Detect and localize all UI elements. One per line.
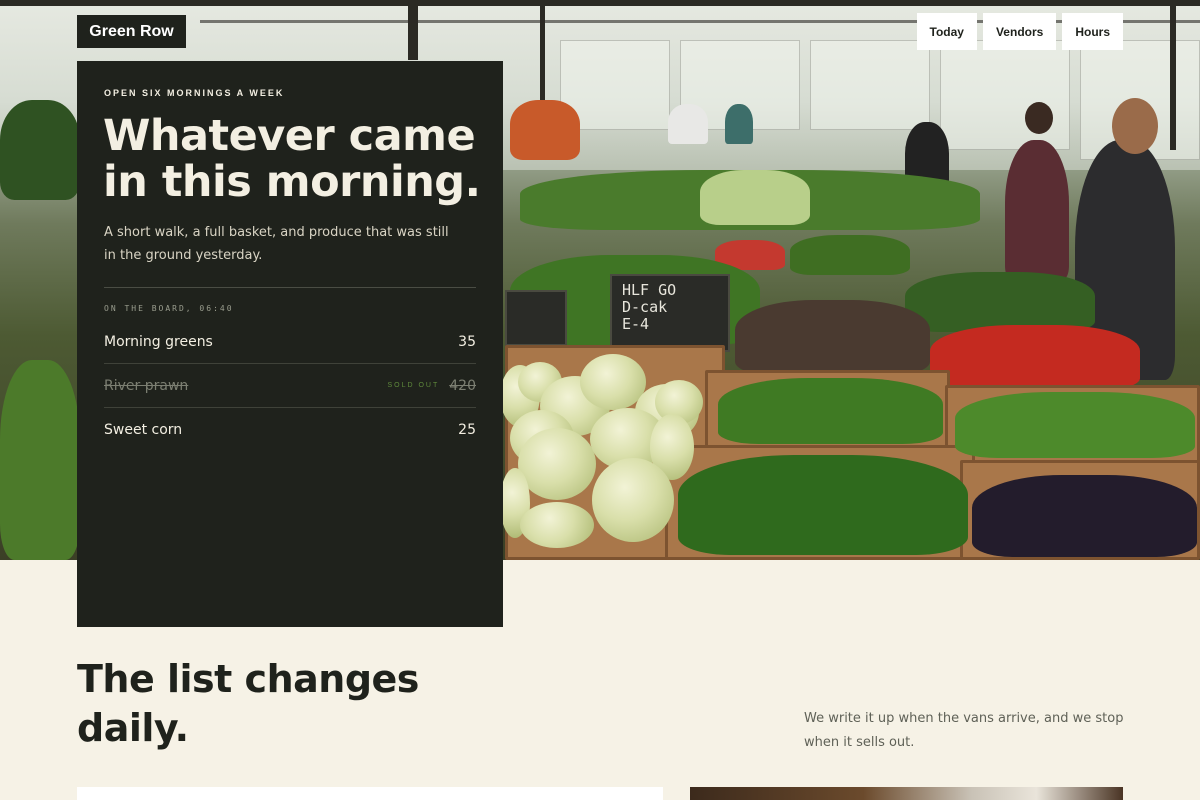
nav-today[interactable]: Today <box>916 13 977 50</box>
board-label: ON THE BOARD, 06:40 <box>104 304 234 313</box>
hero-lede: A short walk, a full basket, and produce… <box>104 225 449 263</box>
market-window <box>810 40 930 130</box>
board-item-price: 25 <box>458 422 476 438</box>
main-nav: Today Vendors Hours <box>916 13 1123 50</box>
produce-squash <box>700 170 810 225</box>
hero-panel: OPEN SIX MORNINGS A WEEK Whatever came i… <box>77 61 503 627</box>
section-title: The list changes daily. <box>77 657 419 750</box>
chalk-sign-text: HLF GO D-cak E-4 <box>622 281 677 333</box>
list-card <box>77 787 663 800</box>
chalk-sign <box>505 290 567 346</box>
produce-melon <box>518 428 596 500</box>
photo-card <box>690 787 1123 800</box>
produce-beans <box>678 455 968 555</box>
sold-out-badge: SOLD OUT <box>387 382 440 389</box>
produce-eggplant <box>972 475 1197 557</box>
produce-greens <box>0 100 80 200</box>
produce-melon <box>592 458 674 542</box>
board-item-name: Sweet corn <box>104 422 183 438</box>
board-row: Sweet corn 25 <box>104 408 476 452</box>
divider <box>104 287 476 288</box>
produce-greens <box>790 235 910 275</box>
roof-beam <box>0 0 1200 6</box>
produce-greens <box>905 272 1095 332</box>
board-item-price: 420 <box>449 377 476 394</box>
nav-hours[interactable]: Hours <box>1062 13 1123 50</box>
board-item-price: 35 <box>458 333 476 350</box>
price-board: Morning greens 35 River prawn SOLD OUT 4… <box>104 320 476 452</box>
produce-tomatoes <box>510 100 580 160</box>
produce-melon <box>520 502 594 548</box>
produce-chilies <box>930 325 1140 390</box>
produce-herbs <box>735 300 930 375</box>
shopper <box>668 104 708 144</box>
shopper-head <box>1025 102 1053 134</box>
board-row: River prawn SOLD OUT 420 <box>104 364 476 408</box>
brand-logo[interactable]: Green Row <box>77 15 186 48</box>
produce-greens <box>0 360 80 560</box>
market-window <box>940 40 1070 150</box>
produce-beans <box>718 378 943 444</box>
chalk-sign: HLF GO D-cak E-4 <box>610 274 730 352</box>
board-row: Morning greens 35 <box>104 320 476 364</box>
board-item-name: River prawn <box>104 377 189 394</box>
nav-vendors[interactable]: Vendors <box>982 13 1057 50</box>
shopper-head <box>1112 98 1158 154</box>
shopper <box>1005 140 1069 280</box>
hero-headline: Whatever came in this morning. <box>103 111 481 207</box>
shopper <box>725 104 753 144</box>
roof-beam <box>540 0 545 110</box>
produce-beans <box>955 392 1195 458</box>
board-item-name: Morning greens <box>104 333 213 350</box>
section-note: We write it up when the vans arrive, and… <box>804 711 1124 750</box>
hero-kicker: OPEN SIX MORNINGS A WEEK <box>104 88 285 98</box>
roof-beam <box>408 0 418 60</box>
